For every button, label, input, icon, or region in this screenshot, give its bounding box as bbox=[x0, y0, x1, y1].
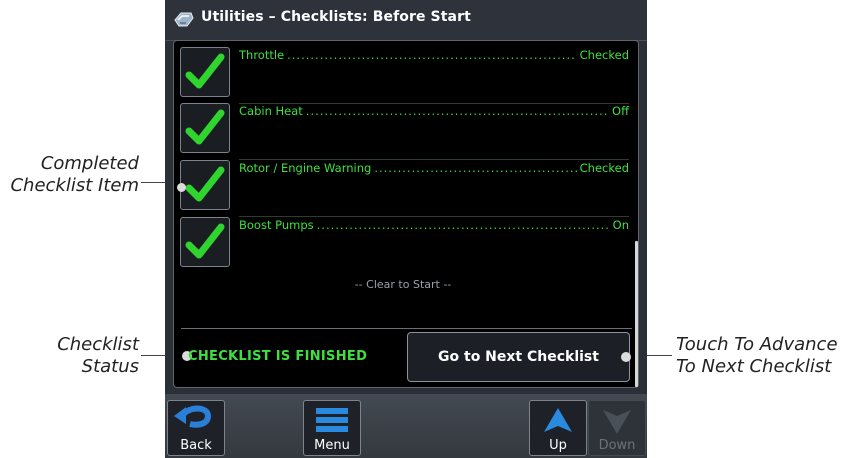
checkmark-icon bbox=[185, 53, 225, 89]
checkmark-icon bbox=[185, 223, 225, 259]
callout-advance-line2: To Next Checklist bbox=[676, 356, 832, 377]
scrollbar[interactable] bbox=[635, 241, 638, 387]
checkbox-checked[interactable] bbox=[177, 160, 230, 210]
callout-status: Checklist Status bbox=[0, 334, 139, 378]
callout-status-line2: Status bbox=[81, 356, 139, 377]
leader-dots bbox=[287, 48, 577, 62]
back-label: Back bbox=[180, 438, 212, 453]
callout-advance: Touch To Advance To Next Checklist bbox=[676, 334, 855, 378]
callout-completed-line1: Completed bbox=[40, 153, 139, 174]
callout-status-line1: Checklist bbox=[57, 334, 139, 355]
checklist-footer-note: -- Clear to Start -- bbox=[354, 278, 452, 291]
menu-button[interactable]: Menu bbox=[303, 400, 361, 456]
menu-label: Menu bbox=[314, 438, 350, 453]
title-bar: Utilities – Checklists: Before Start bbox=[165, 0, 647, 41]
checklist-item[interactable]: Rotor / Engine Warning Checked bbox=[174, 155, 632, 217]
item-name: Rotor / Engine Warning bbox=[239, 161, 372, 175]
item-value: Checked bbox=[579, 48, 629, 62]
up-button[interactable]: Up bbox=[529, 400, 587, 456]
checklist-item[interactable]: Boost Pumps On bbox=[174, 212, 632, 268]
checklist-item-label: Cabin Heat Off bbox=[239, 104, 629, 120]
checkmark-icon bbox=[185, 109, 225, 145]
callout-dot bbox=[177, 183, 186, 192]
down-button[interactable]: Down bbox=[588, 400, 646, 456]
checklist-item-label: Throttle Checked bbox=[239, 48, 629, 64]
checklist-item-label: Rotor / Engine Warning Checked bbox=[239, 161, 629, 177]
device-screen: Utilities – Checklists: Before Start Thr… bbox=[165, 0, 647, 458]
checkbox-checked[interactable] bbox=[180, 103, 230, 153]
leader-dots bbox=[317, 218, 610, 232]
checkbox-checked[interactable] bbox=[180, 47, 230, 97]
item-value: Checked bbox=[579, 161, 629, 175]
item-value: On bbox=[612, 218, 629, 232]
item-name: Throttle bbox=[239, 48, 285, 62]
checklist-icon bbox=[173, 10, 195, 30]
checkmark-icon bbox=[185, 166, 225, 202]
down-arrow-icon bbox=[603, 410, 631, 434]
menu-icon bbox=[316, 408, 348, 432]
callout-completed-line2: Checklist Item bbox=[10, 175, 139, 196]
checklist-item-label: Boost Pumps On bbox=[239, 218, 629, 234]
checkbox-checked[interactable] bbox=[180, 217, 230, 267]
leader-dots bbox=[374, 161, 576, 175]
back-button[interactable]: Back bbox=[167, 400, 225, 456]
item-name: Cabin Heat bbox=[239, 104, 303, 118]
checklist-item[interactable]: Throttle Checked bbox=[174, 42, 632, 104]
item-name: Boost Pumps bbox=[239, 218, 314, 232]
up-label: Up bbox=[549, 438, 567, 453]
callout-completed-item: Completed Checklist Item bbox=[0, 153, 139, 197]
callout-dot bbox=[621, 352, 631, 362]
checklist-item[interactable]: Cabin Heat Off bbox=[174, 98, 632, 160]
item-value: Off bbox=[612, 104, 629, 118]
up-arrow-icon bbox=[544, 408, 572, 432]
down-label: Down bbox=[598, 438, 636, 453]
status-divider bbox=[181, 328, 632, 329]
page-title: Utilities – Checklists: Before Start bbox=[201, 9, 471, 25]
checklist-status: CHECKLIST IS FINISHED bbox=[188, 349, 368, 364]
bottom-bar: Back Menu Up Down bbox=[165, 394, 647, 458]
leader-dots bbox=[306, 104, 609, 118]
checklist-panel: Throttle Checked Cabin Heat Off bbox=[173, 40, 639, 388]
back-arrow-icon bbox=[174, 405, 212, 428]
callout-advance-line1: Touch To Advance bbox=[676, 334, 838, 355]
next-checklist-button[interactable]: Go to Next Checklist bbox=[407, 332, 631, 382]
next-checklist-label: Go to Next Checklist bbox=[438, 349, 599, 365]
